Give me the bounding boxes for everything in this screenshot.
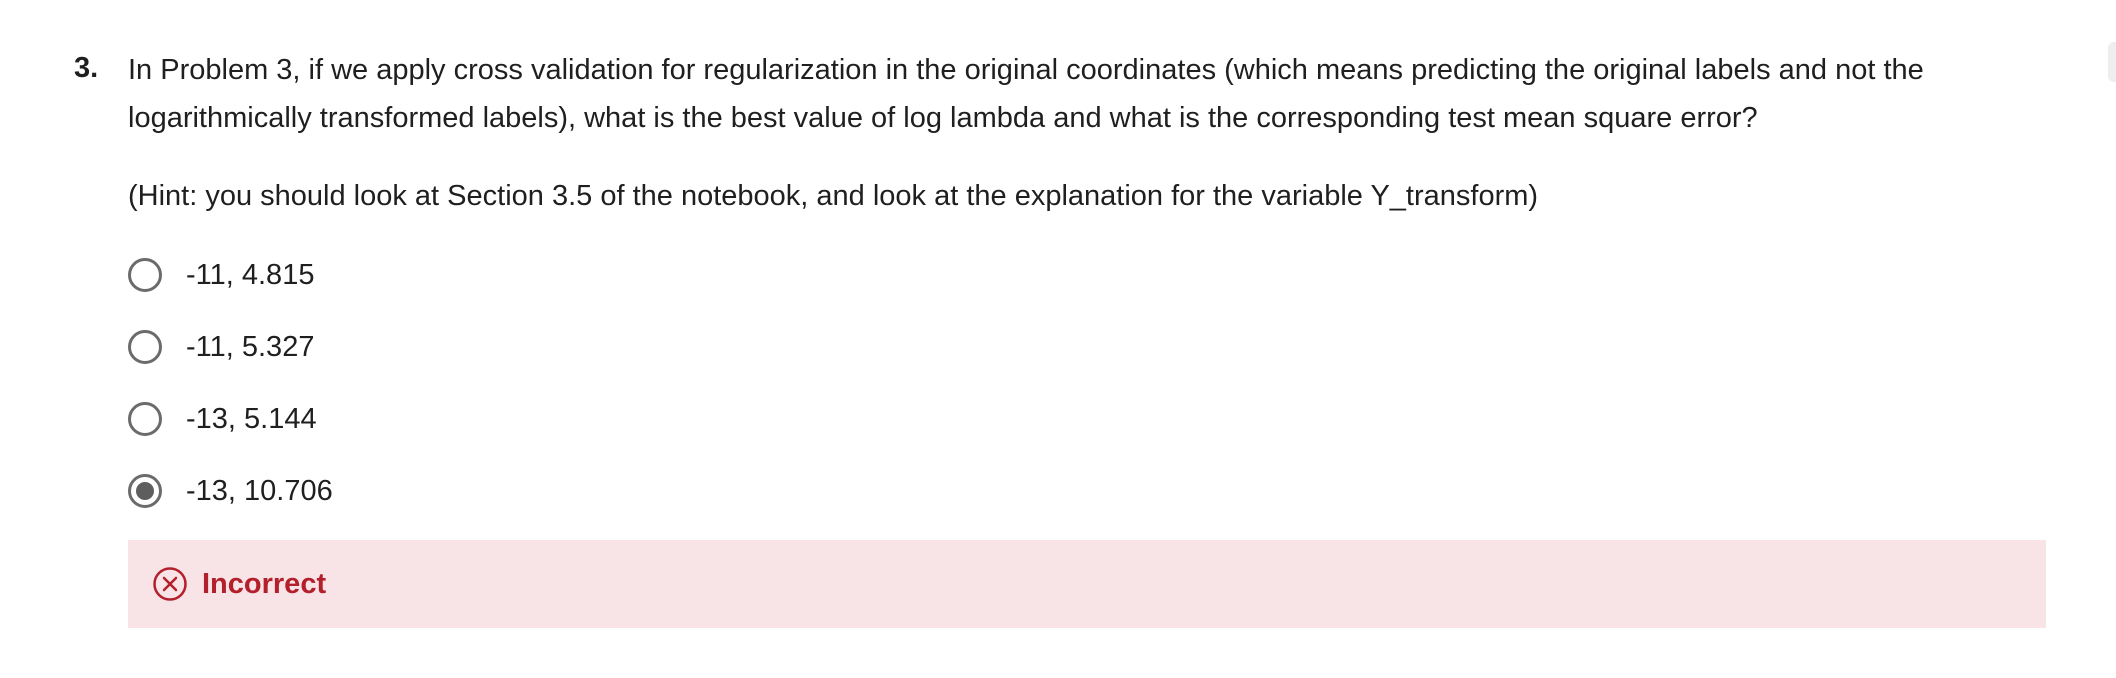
- question-number: 3.: [74, 52, 99, 84]
- quiz-question: 3. In Problem 3, if we apply cross valid…: [0, 0, 2116, 678]
- answer-option-2[interactable]: -11, 5.327: [128, 320, 2048, 374]
- answer-option-1[interactable]: -11, 4.815: [128, 248, 2048, 302]
- question-hint: (Hint: you should look at Section 3.5 of…: [128, 180, 1539, 212]
- option-label: -13, 5.144: [186, 403, 317, 435]
- answer-option-4[interactable]: -13, 10.706: [128, 464, 2048, 518]
- option-label: -13, 10.706: [186, 475, 333, 507]
- radio-button[interactable]: [128, 330, 162, 364]
- x-circle-icon: [153, 567, 187, 601]
- radio-button-selected[interactable]: [128, 474, 162, 508]
- radio-button[interactable]: [128, 402, 162, 436]
- option-label: -11, 4.815: [186, 259, 315, 291]
- feedback-status: Incorrect: [202, 567, 327, 600]
- feedback-banner: Incorrect: [128, 540, 2046, 628]
- option-label: -11, 5.327: [186, 331, 315, 363]
- scroll-edge-tab[interactable]: [2108, 42, 2116, 82]
- question-body: In Problem 3, if we apply cross validati…: [128, 46, 2048, 536]
- radio-button[interactable]: [128, 258, 162, 292]
- answer-option-3[interactable]: -13, 5.144: [128, 392, 2048, 446]
- answer-options: -11, 4.815 -11, 5.327 -13, 5.144 -13, 10…: [128, 248, 2048, 518]
- question-text: In Problem 3, if we apply cross validati…: [128, 54, 1924, 134]
